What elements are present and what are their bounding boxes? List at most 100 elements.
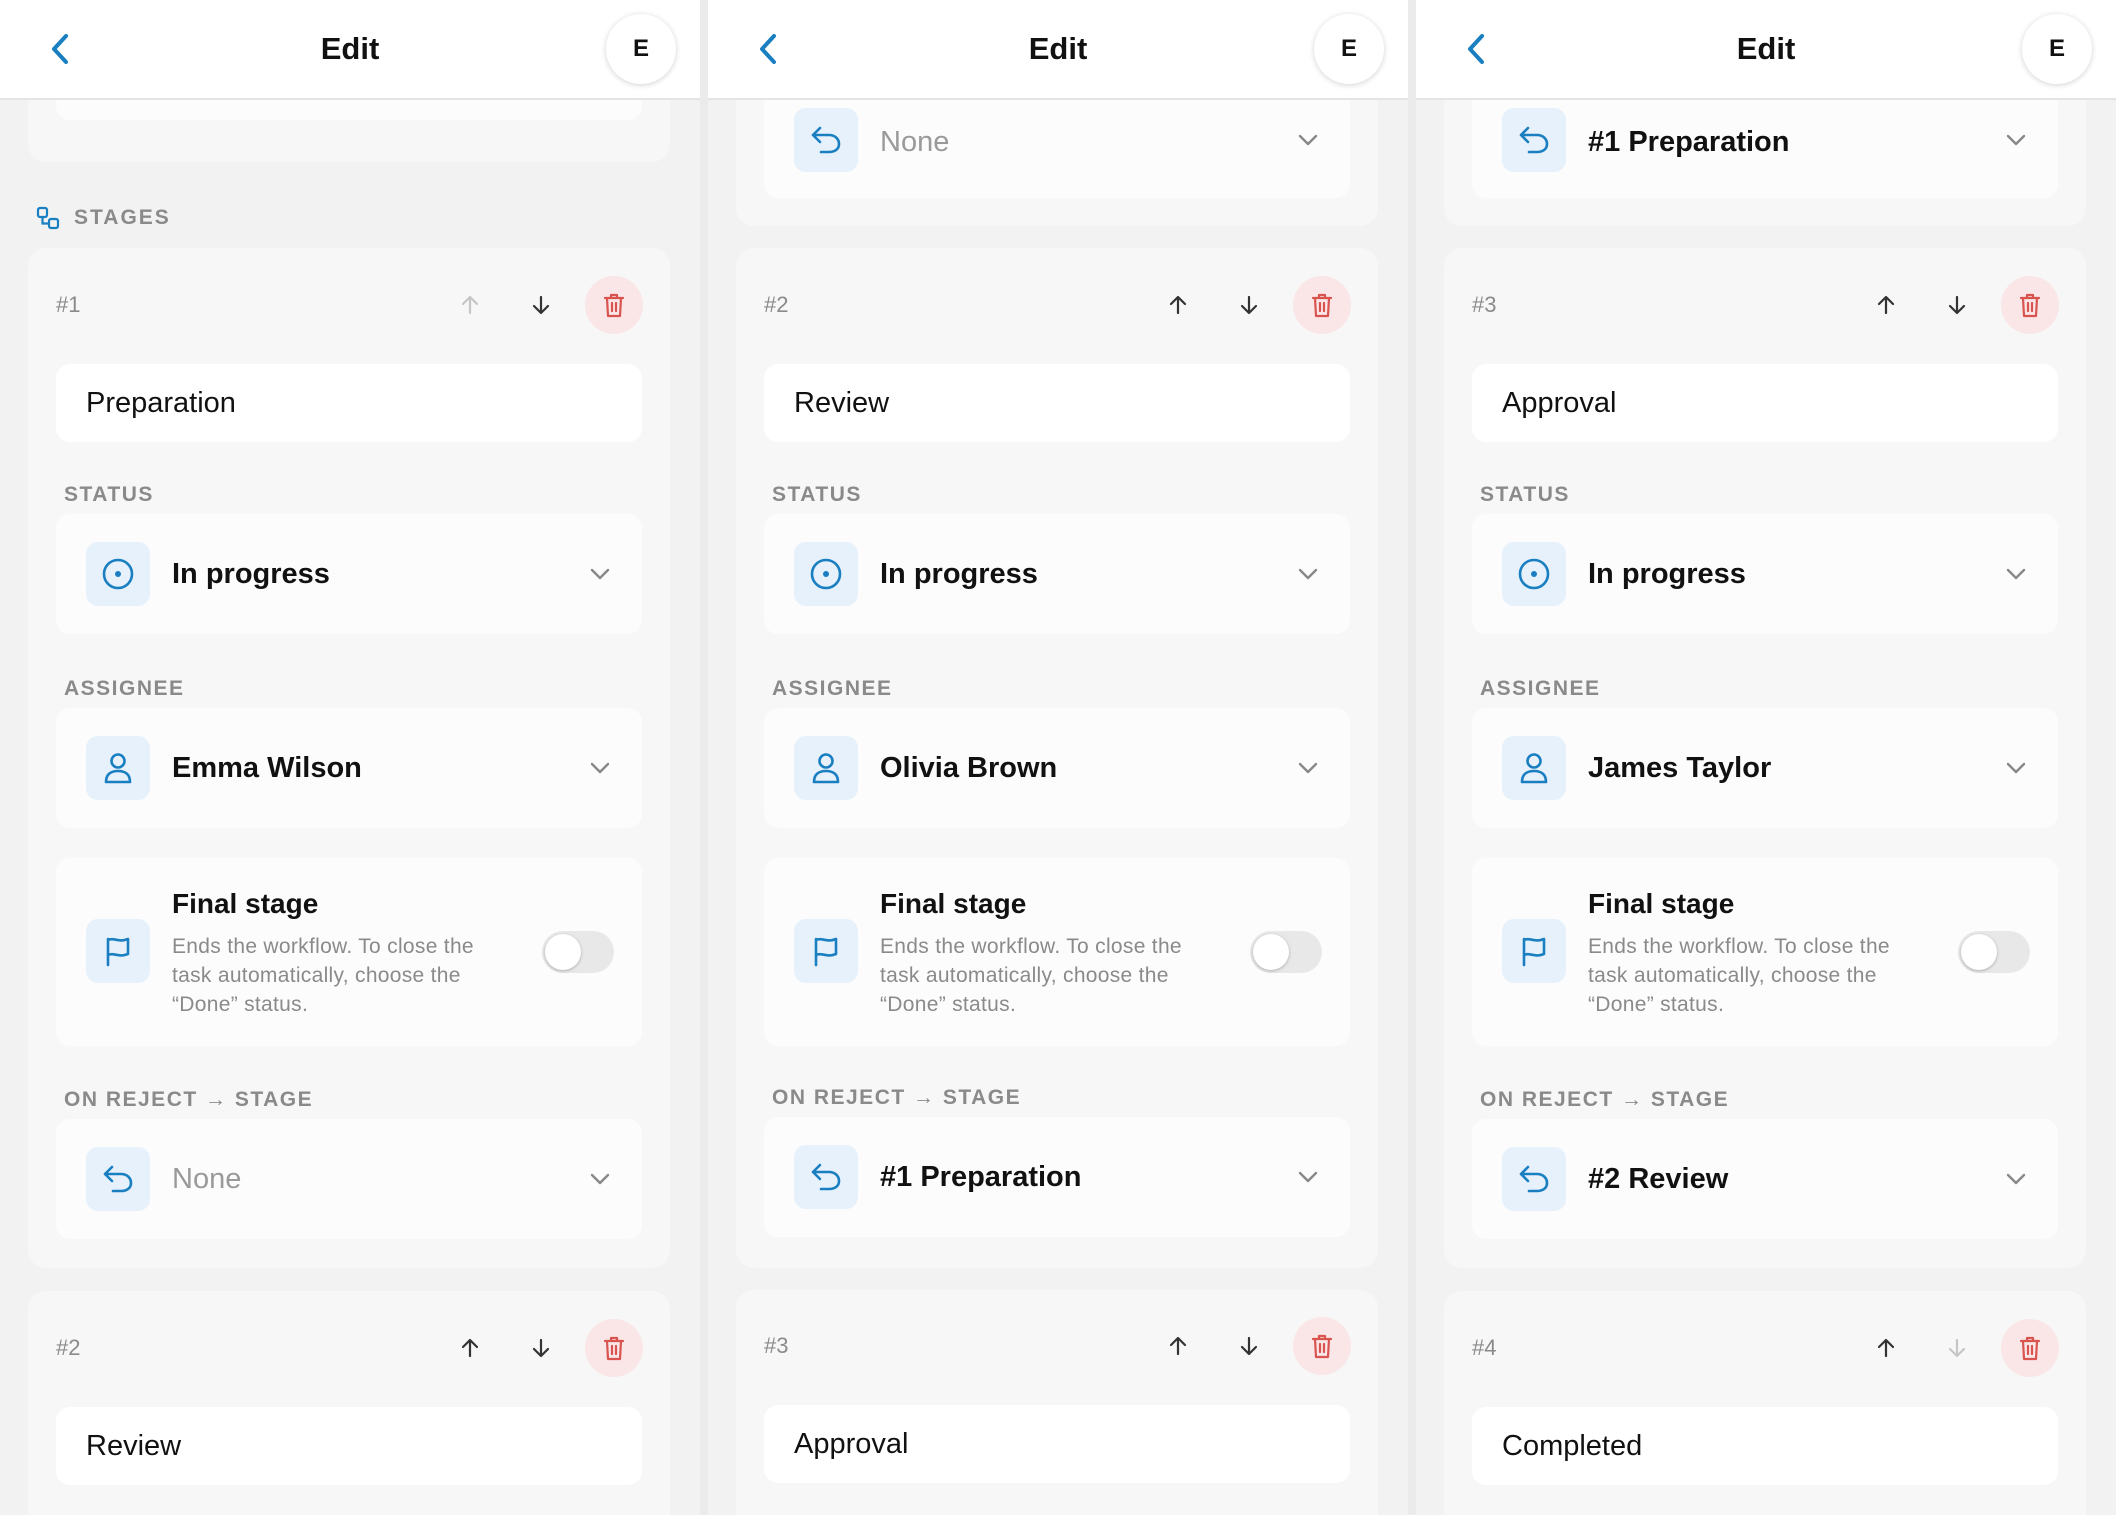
delete-button[interactable] bbox=[585, 1319, 643, 1377]
arrow-down-icon bbox=[1240, 295, 1258, 315]
stage-name-input[interactable]: Review bbox=[764, 364, 1350, 442]
delete-button[interactable] bbox=[1293, 276, 1351, 334]
final-icon-box bbox=[1502, 919, 1566, 983]
chevron-down-icon bbox=[586, 754, 614, 782]
on-reject-select[interactable]: #2 Review bbox=[1472, 1119, 2058, 1239]
final-stage-toggle[interactable] bbox=[542, 931, 614, 973]
chevron-down-icon bbox=[586, 560, 614, 588]
avatar[interactable]: E bbox=[2022, 14, 2092, 84]
final-stage-toggle[interactable] bbox=[1250, 931, 1322, 973]
user-icon bbox=[1520, 753, 1548, 784]
previous-on-reject-value: #1 Preparation bbox=[1588, 126, 1790, 158]
status-value: In progress bbox=[1588, 558, 1746, 590]
assignee-select[interactable]: Emma Wilson bbox=[56, 708, 642, 828]
avatar[interactable]: E bbox=[1314, 14, 1384, 84]
trash-icon bbox=[1311, 293, 1333, 318]
stage-name-input[interactable]: Preparation bbox=[56, 364, 642, 442]
on-reject-select[interactable]: #1 Preparation bbox=[764, 1117, 1350, 1237]
final-stage-row: Final stage Ends the workflow. To close … bbox=[764, 858, 1350, 1046]
next-stage-number: #4 bbox=[1472, 1335, 1497, 1360]
user-icon bbox=[104, 753, 132, 784]
stage-name-input[interactable]: Approval bbox=[1472, 364, 2058, 442]
next-stage-name-input[interactable]: Completed bbox=[1472, 1407, 2058, 1485]
assignee-icon-box bbox=[86, 736, 150, 800]
on-reject-select[interactable]: None bbox=[56, 1119, 642, 1239]
trash-icon bbox=[1311, 1334, 1333, 1359]
move-up-button[interactable] bbox=[1857, 1319, 1915, 1377]
stage-name: Approval bbox=[1502, 387, 1617, 419]
previous-on-reject-value: None bbox=[880, 126, 950, 158]
stage-name: Preparation bbox=[86, 387, 236, 419]
next-stage-name: Approval bbox=[794, 1428, 909, 1460]
next-stage-name: Completed bbox=[1502, 1430, 1643, 1462]
trash-icon bbox=[603, 1336, 625, 1361]
chevron-down-icon bbox=[1294, 754, 1322, 782]
avatar[interactable]: E bbox=[606, 14, 676, 84]
flag-icon bbox=[1522, 937, 1546, 967]
move-down-button[interactable] bbox=[1928, 1319, 1986, 1377]
on-reject-value: #1 Preparation bbox=[880, 1161, 1082, 1193]
status-select[interactable]: In progress bbox=[764, 514, 1350, 634]
reject-icon-box bbox=[794, 1145, 858, 1209]
chevron-down-icon bbox=[2002, 1165, 2030, 1193]
arrow-down-icon bbox=[532, 295, 550, 315]
delete-button[interactable] bbox=[2001, 1319, 2059, 1377]
arrow-up-icon bbox=[1877, 1338, 1895, 1358]
chevron-down-icon bbox=[2002, 126, 2030, 154]
arrow-up-icon bbox=[1169, 295, 1187, 315]
arrow-down-icon bbox=[1240, 1336, 1258, 1356]
in-progress-icon bbox=[1518, 558, 1550, 590]
move-down-button[interactable] bbox=[1220, 276, 1278, 334]
final-stage-description: Ends the workflow. To close the task aut… bbox=[172, 935, 474, 1016]
on-reject-value: #2 Review bbox=[1588, 1163, 1729, 1195]
delete-button[interactable] bbox=[1293, 1317, 1351, 1375]
assignee-select[interactable]: Olivia Brown bbox=[764, 708, 1350, 828]
edit-panel-3: Edit E #1 Preparation #3 Approval STATUS… bbox=[1416, 0, 2116, 1515]
final-stage-description: Ends the workflow. To close the task aut… bbox=[1588, 935, 1890, 1016]
trash-icon bbox=[2019, 1336, 2041, 1361]
next-stage-name-input[interactable]: Review bbox=[56, 1407, 642, 1485]
move-up-button[interactable] bbox=[1857, 276, 1915, 334]
move-down-button[interactable] bbox=[1928, 276, 1986, 334]
reject-icon-box bbox=[794, 108, 858, 172]
final-stage-row: Final stage Ends the workflow. To close … bbox=[56, 858, 642, 1046]
user-icon bbox=[812, 753, 840, 784]
next-stage-name-input[interactable]: Approval bbox=[764, 1405, 1350, 1483]
arrow-down-icon bbox=[532, 1338, 550, 1358]
arrow-up-icon bbox=[1169, 1336, 1187, 1356]
move-down-button[interactable] bbox=[512, 276, 570, 334]
stage-number: #3 bbox=[1472, 292, 1497, 317]
chevron-down-icon bbox=[1294, 126, 1322, 154]
assignee-label: ASSIGNEE bbox=[64, 677, 185, 700]
status-label: STATUS bbox=[772, 483, 862, 506]
assignee-select[interactable]: James Taylor bbox=[1472, 708, 2058, 828]
status-label: STATUS bbox=[1480, 483, 1570, 506]
move-up-button[interactable] bbox=[441, 276, 499, 334]
stages-label: STAGES bbox=[74, 206, 171, 229]
status-icon-box bbox=[86, 542, 150, 606]
move-up-button[interactable] bbox=[441, 1319, 499, 1377]
final-stage-title: Final stage bbox=[880, 888, 1027, 919]
final-stage-row: Final stage Ends the workflow. To close … bbox=[1472, 858, 2058, 1046]
final-stage-title: Final stage bbox=[1588, 888, 1735, 919]
stage-name: Review bbox=[794, 387, 890, 419]
status-value: In progress bbox=[172, 558, 330, 590]
undo-icon bbox=[811, 126, 841, 154]
stages-icon bbox=[36, 206, 60, 230]
delete-button[interactable] bbox=[2001, 276, 2059, 334]
move-down-button[interactable] bbox=[512, 1319, 570, 1377]
status-select[interactable]: In progress bbox=[56, 514, 642, 634]
top-bar: Edit E bbox=[708, 0, 1408, 100]
delete-button[interactable] bbox=[585, 276, 643, 334]
status-select[interactable]: In progress bbox=[1472, 514, 2058, 634]
final-stage-toggle[interactable] bbox=[1958, 931, 2030, 973]
assignee-icon-box bbox=[1502, 736, 1566, 800]
flag-icon bbox=[106, 937, 130, 967]
move-down-button[interactable] bbox=[1220, 1317, 1278, 1375]
chevron-down-icon bbox=[2002, 560, 2030, 588]
stages-heading: STAGES bbox=[36, 203, 171, 233]
move-up-button[interactable] bbox=[1149, 1317, 1207, 1375]
move-up-button[interactable] bbox=[1149, 276, 1207, 334]
top-bar: Edit E bbox=[1416, 0, 2116, 100]
on-reject-label: ON REJECT → STAGE bbox=[1480, 1088, 1730, 1111]
